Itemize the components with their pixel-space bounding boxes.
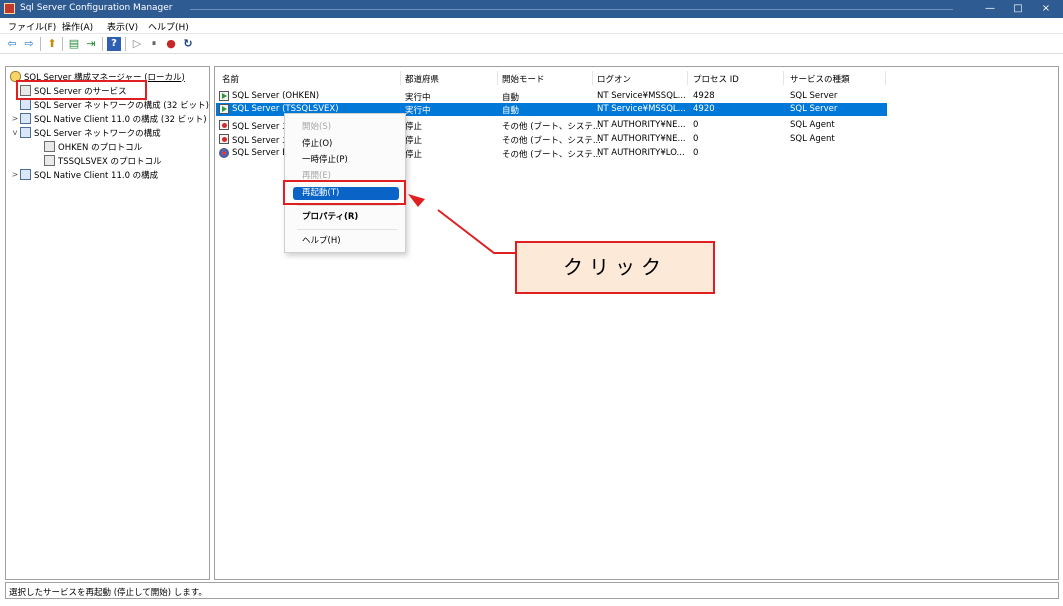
arrow-line bbox=[437, 209, 516, 254]
annotation-arrow bbox=[408, 194, 516, 254]
callout-click: クリック bbox=[515, 241, 715, 294]
status-bar: 選択したサービスを再起動 (停止して開始) します。 bbox=[5, 582, 1059, 599]
status-text: 選択したサービスを再起動 (停止して開始) します。 bbox=[9, 588, 207, 598]
arrow-head-icon bbox=[408, 194, 425, 207]
